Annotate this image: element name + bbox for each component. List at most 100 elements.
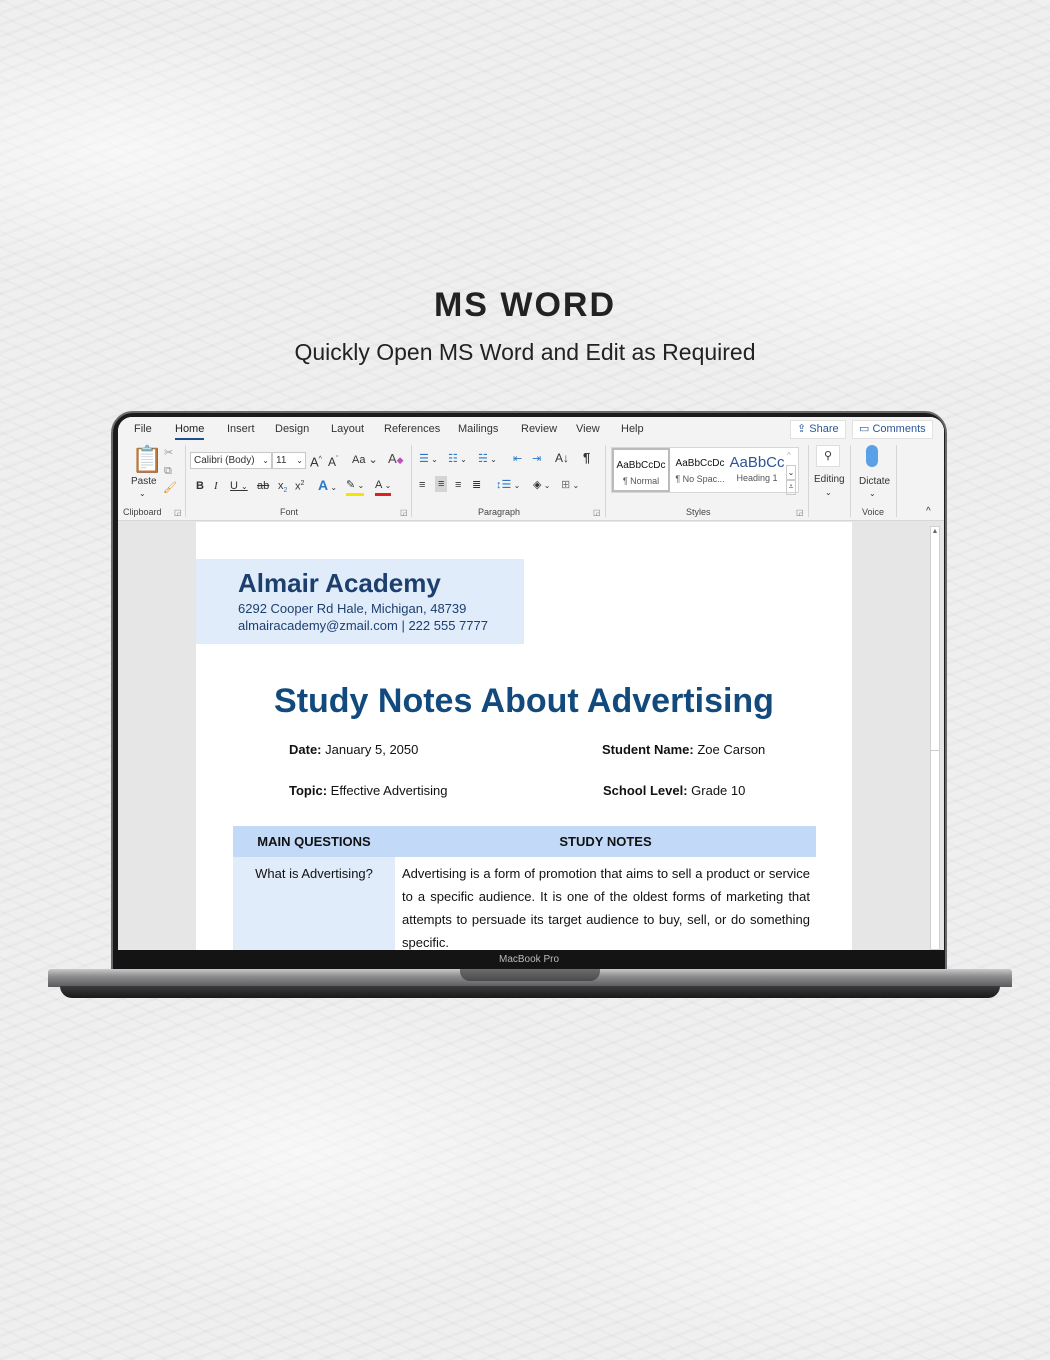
- chevron-down-icon: ⌄: [296, 456, 303, 465]
- paragraph-launcher-icon[interactable]: ◲: [593, 506, 601, 520]
- font-group-label: Font: [280, 507, 299, 517]
- academy-name: Almair Academy: [238, 568, 441, 598]
- scroll-up-icon[interactable]: ▲: [931, 527, 939, 537]
- chevron-down-icon: ⌄: [869, 489, 876, 498]
- styles-gallery: AaBbCcDc ¶ Normal AaBbCcDc ¶ No Spac... …: [611, 447, 799, 495]
- divider: [411, 445, 412, 517]
- cut-icon[interactable]: ✂: [164, 446, 173, 460]
- divider: [605, 445, 606, 517]
- strikethrough-button[interactable]: ab: [257, 479, 269, 493]
- tab-home[interactable]: Home: [175, 423, 205, 440]
- hero-subtitle: Quickly Open MS Word and Edit as Require…: [294, 339, 756, 365]
- divider: [808, 445, 809, 517]
- decrease-indent-icon[interactable]: ⇤: [513, 452, 522, 466]
- tab-insert[interactable]: Insert: [227, 423, 255, 435]
- tab-help[interactable]: Help: [621, 423, 644, 435]
- word-window: File Home Insert Design Layout Reference…: [118, 417, 944, 950]
- format-painter-icon[interactable]: 🖌: [163, 481, 177, 495]
- editing-button[interactable]: Editing: [814, 473, 845, 487]
- document-area: Almair Academy 6292 Cooper Rd Hale, Mich…: [118, 522, 944, 950]
- divider: [896, 445, 897, 517]
- ribbon-tabs: File Home Insert Design Layout Reference…: [118, 417, 944, 443]
- line-spacing-icon[interactable]: ↕☰ ⌄: [496, 478, 520, 493]
- study-notes-table: MAIN QUESTIONS STUDY NOTES What is Adver…: [233, 826, 816, 950]
- grow-font-icon[interactable]: A^: [310, 453, 322, 469]
- bold-button[interactable]: B: [196, 479, 204, 493]
- styles-group-label: Styles: [686, 507, 711, 517]
- tab-view[interactable]: View: [576, 423, 600, 435]
- document-title: Study Notes About Advertising: [274, 682, 774, 720]
- divider: [185, 445, 186, 517]
- tab-review[interactable]: Review: [521, 423, 557, 435]
- italic-button[interactable]: I: [214, 479, 218, 493]
- superscript-button[interactable]: x2: [295, 477, 304, 494]
- school-level-field: School Level: Grade 10: [603, 783, 746, 798]
- tab-mailings[interactable]: Mailings: [458, 423, 498, 435]
- scroll-thumb[interactable]: [931, 541, 939, 751]
- paste-icon[interactable]: 📋: [131, 445, 163, 473]
- share-icon: ⇪: [797, 423, 810, 435]
- clipboard-group-label: Clipboard: [123, 507, 162, 517]
- subscript-button[interactable]: x2: [278, 479, 287, 498]
- collapse-ribbon-icon[interactable]: ^: [926, 505, 931, 519]
- device-label: MacBook Pro: [113, 950, 945, 970]
- academy-contact: almairacademy@zmail.com | 222 555 7777: [238, 618, 488, 633]
- font-size-select[interactable]: 11 ⌄: [272, 452, 306, 469]
- table-header: MAIN QUESTIONS STUDY NOTES: [233, 826, 816, 857]
- tab-references[interactable]: References: [384, 423, 440, 435]
- shrink-font-icon[interactable]: Aˇ: [328, 453, 338, 469]
- academy-address: 6292 Cooper Rd Hale, Michigan, 48739: [238, 601, 467, 616]
- styles-scroll-up-icon[interactable]: ^: [787, 449, 791, 463]
- align-center-icon[interactable]: ≡: [435, 476, 448, 492]
- justify-icon[interactable]: ≣: [472, 478, 481, 492]
- font-launcher-icon[interactable]: ◲: [400, 506, 408, 520]
- style-normal[interactable]: AaBbCcDc ¶ Normal: [612, 448, 670, 492]
- increase-indent-icon[interactable]: ⇥: [532, 452, 541, 466]
- text-effects-icon[interactable]: A ⌄: [318, 478, 337, 495]
- student-name-field: Student Name: Zoe Carson: [602, 742, 766, 757]
- comments-button[interactable]: ▭ Comments: [852, 420, 933, 439]
- change-case-button[interactable]: Aa ⌄: [352, 453, 378, 467]
- align-right-icon[interactable]: ≡: [455, 478, 461, 492]
- header-study-notes: STUDY NOTES: [559, 834, 652, 849]
- styles-more-icon[interactable]: ⩡: [786, 479, 796, 495]
- clear-formatting-icon[interactable]: A◆: [388, 452, 404, 467]
- numbering-icon[interactable]: ☷ ⌄: [448, 452, 467, 467]
- clipboard-launcher-icon[interactable]: ◲: [174, 506, 182, 520]
- comment-icon: ▭: [859, 423, 873, 435]
- sort-icon[interactable]: A↓: [555, 451, 569, 465]
- style-heading-1[interactable]: AaBbCc Heading 1: [728, 448, 786, 492]
- pilcrow-icon[interactable]: ¶: [583, 451, 590, 465]
- copy-icon[interactable]: ⧉: [164, 464, 172, 478]
- shading-icon[interactable]: ◈ ⌄: [533, 478, 550, 493]
- chevron-down-icon: ⌄: [825, 488, 832, 497]
- laptop-base-bottom: [60, 986, 1000, 998]
- date-field: Date: January 5, 2050: [289, 742, 419, 757]
- tab-design[interactable]: Design: [275, 423, 309, 435]
- bullets-icon[interactable]: ☰ ⌄: [419, 452, 438, 467]
- tab-file[interactable]: File: [134, 423, 152, 435]
- vertical-scrollbar[interactable]: ▲: [930, 526, 940, 950]
- tab-layout[interactable]: Layout: [331, 423, 364, 435]
- style-no-spacing[interactable]: AaBbCcDc ¶ No Spac...: [671, 448, 729, 492]
- chevron-down-icon: ⌄: [262, 456, 269, 465]
- paragraph-group-label: Paragraph: [478, 507, 521, 517]
- multilevel-list-icon[interactable]: ☵ ⌄: [478, 452, 497, 467]
- search-icon[interactable]: ⚲: [816, 445, 840, 467]
- document-page[interactable]: Almair Academy 6292 Cooper Rd Hale, Mich…: [196, 522, 852, 950]
- hero-title: MS WORD: [433, 286, 617, 324]
- underline-button[interactable]: U ⌄: [230, 479, 248, 494]
- paste-dropdown-icon[interactable]: ⌄: [139, 487, 146, 501]
- styles-launcher-icon[interactable]: ◲: [796, 506, 804, 520]
- highlight-icon[interactable]: ✎ ⌄: [346, 478, 365, 496]
- microphone-icon[interactable]: [866, 445, 878, 467]
- font-name-select[interactable]: Calibri (Body) ⌄: [190, 452, 272, 469]
- laptop-notch: [460, 969, 600, 981]
- borders-icon[interactable]: ⊞ ⌄: [561, 478, 579, 493]
- header-main-questions: MAIN QUESTIONS: [257, 834, 371, 849]
- letterhead: Almair Academy 6292 Cooper Rd Hale, Mich…: [196, 559, 524, 644]
- topic-field: Topic: Effective Advertising: [289, 783, 448, 798]
- share-button[interactable]: ⇪ Share: [790, 420, 846, 439]
- font-color-icon[interactable]: A ⌄: [375, 478, 392, 496]
- align-left-icon[interactable]: ≡: [419, 478, 425, 492]
